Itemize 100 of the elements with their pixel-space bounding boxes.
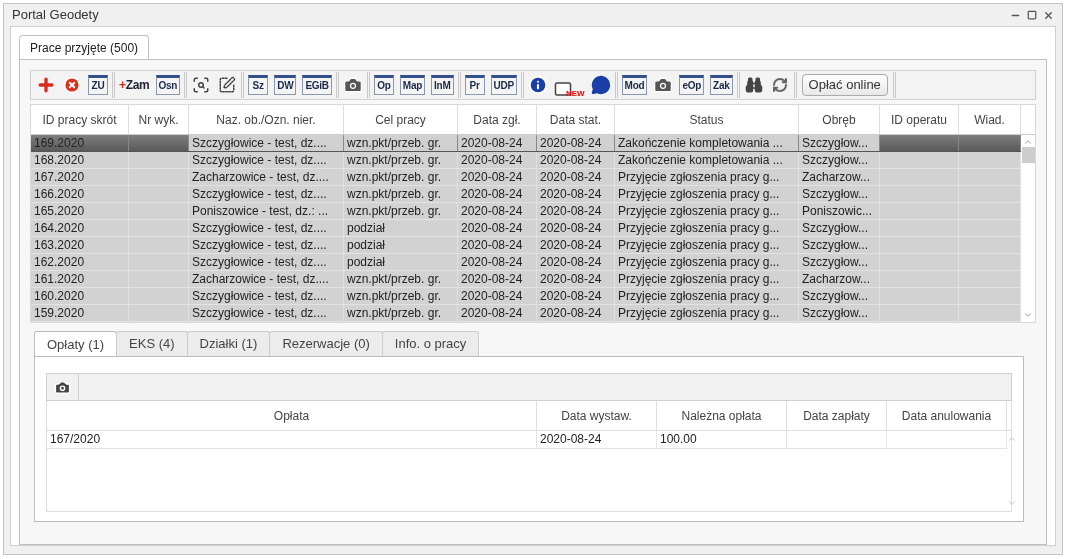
table-cell: Przyjęcie zgłoszenia pracy g... [618, 289, 780, 303]
column-header[interactable]: Wiad. [959, 105, 1021, 134]
toolbar-button[interactable]: Sz [248, 75, 269, 95]
column-header[interactable]: ID operatu [880, 105, 959, 134]
table-cell: Szczygłow... [802, 136, 869, 150]
table-cell: 2020-08-24 [540, 255, 602, 269]
table-cell: Zacharzow... [802, 170, 871, 184]
toolbar-button[interactable]: EGiB [302, 75, 332, 95]
table-cell: Szczygłowice - test, dz.... [192, 187, 327, 201]
table-cell: 169.2020 [34, 136, 85, 150]
table-cell: wzn.pkt/przeb. gr. [347, 170, 442, 184]
table-cell: 2020-08-24 [540, 221, 602, 235]
table-cell: Szczygłow... [802, 255, 869, 269]
table-cell: 2020-08-24 [461, 187, 523, 201]
table-cell: Przyjęcie zgłoszenia pracy g... [618, 170, 780, 184]
column-header[interactable]: Status [615, 105, 799, 134]
table-cell: Przyjęcie zgłoszenia pracy g... [618, 306, 780, 320]
column-header[interactable]: Data zgł. [458, 105, 537, 134]
table-cell: 167.2020 [34, 170, 85, 184]
tab[interactable]: Info. o pracy [381, 331, 480, 356]
table-cell: 2020-08-24 [540, 289, 602, 303]
table-cell: Przyjęcie zgłoszenia pracy g... [618, 255, 780, 269]
table-cell: Zacharzowice - test, dz.... [192, 170, 329, 184]
toolbar-button[interactable]: Op [373, 75, 394, 95]
column-header[interactable]: Data wystaw. [537, 401, 657, 430]
toolbar-button[interactable]: Zak [710, 75, 733, 95]
toolbar-button[interactable]: eOp [679, 75, 705, 95]
table-cell: 2020-08-24 [461, 255, 523, 269]
column-header[interactable]: Cel pracy [344, 105, 458, 134]
table-cell: Zakończenie kompletowania ... [618, 136, 783, 150]
table-cell: 2020-08-24 [540, 187, 602, 201]
table-cell: 162.2020 [34, 255, 85, 269]
table-cell: Szczygłow... [802, 306, 869, 320]
tab[interactable]: Działki (1) [186, 331, 271, 356]
table-cell: Przyjęcie zgłoszenia pracy g... [618, 204, 780, 218]
table-cell: 166.2020 [34, 187, 85, 201]
table-cell: Szczygłow... [802, 153, 869, 167]
table-cell: 2020-08-24 [461, 238, 523, 252]
column-header[interactable]: Data stat. [537, 105, 615, 134]
column-header[interactable]: Należna opłata [657, 401, 787, 430]
toolbar-button[interactable]: UDP [490, 75, 517, 95]
tab[interactable]: Prace przyjęte (500) [19, 35, 150, 59]
column-header[interactable]: Nr wyk. [129, 105, 189, 134]
column-header[interactable]: Data zapłaty [787, 401, 887, 430]
table-cell: Szczygłowice - test, dz.... [192, 136, 327, 150]
table-row[interactable]: 163.2020 Szczygłowice - test, dz.... podział 2020-08-24 2020-08-24 Przyjęcie zgłoszenia pracy g... Szczygłow... [31, 237, 1021, 254]
table-cell: Przyjęcie zgłoszenia pracy g... [618, 238, 780, 252]
table-cell: Poniszowic... [802, 204, 873, 218]
table-cell: podział [347, 221, 386, 235]
column-header[interactable]: ID pracy skrót [31, 105, 129, 134]
table-cell: 2020-08-24 [540, 136, 602, 150]
table-cell: 2020-08-24 [461, 170, 523, 184]
table-row[interactable]: 160.2020 Szczygłowice - test, dz.... wzn.pkt/przeb. gr. 2020-08-24 2020-08-24 Przyjęcie zgłoszenia pracy g... Szczygłow... [31, 288, 1021, 305]
table-cell: Zacharzow... [802, 272, 871, 286]
table-cell: 164.2020 [34, 221, 85, 235]
table-cell: 161.2020 [34, 272, 85, 286]
table-cell: Szczygłow... [802, 221, 869, 235]
toolbar-button[interactable]: Mod [621, 75, 648, 95]
table-cell: 159.2020 [34, 306, 85, 320]
table-cell: wzn.pkt/przeb. gr. [347, 204, 442, 218]
column-header[interactable]: Opłata [47, 401, 537, 430]
table-row[interactable]: 161.2020 Zacharzowice - test, dz.... wzn.pkt/przeb. gr. 2020-08-24 2020-08-24 Przyjęcie zgłoszenia pracy g... Zacharzow... [31, 271, 1021, 288]
table-row[interactable]: 169.2020 Szczygłowice - test, dz.... wzn.pkt/przeb. gr. 2020-08-24 2020-08-24 Zakończenie kompletowania ... Szczygłow... [31, 135, 1021, 152]
table-row[interactable]: 168.2020 Szczygłowice - test, dz.... wzn.pkt/przeb. gr. 2020-08-24 2020-08-24 Zakończenie kompletowania ... Szczygłow... [31, 152, 1021, 169]
tab[interactable]: Rezerwacje (0) [269, 331, 383, 356]
table-cell: wzn.pkt/przeb. gr. [347, 136, 442, 150]
table-cell: Szczygłow... [802, 289, 869, 303]
table-cell: Przyjęcie zgłoszenia pracy g... [618, 187, 780, 201]
table-row[interactable]: 164.2020 Szczygłowice - test, dz.... podział 2020-08-24 2020-08-24 Przyjęcie zgłoszenia pracy g... Szczygłow... [31, 220, 1021, 237]
table-cell: 165.2020 [34, 204, 85, 218]
toolbar-button[interactable]: Osn [155, 75, 181, 95]
table-cell: Poniszowice - test, dz.: ... [192, 204, 329, 218]
table-cell: 2020-08-24 [461, 221, 523, 235]
pay-online-button[interactable]: Opłać online [801, 74, 888, 96]
table-row[interactable]: 162.2020 Szczygłowice - test, dz.... podział 2020-08-24 2020-08-24 Przyjęcie zgłoszenia pracy g... Szczygłow... [31, 254, 1021, 271]
column-header[interactable]: Naz. ob./Ozn. nier. [189, 105, 344, 134]
mail-button[interactable]: NEW [550, 72, 588, 98]
toolbar-button[interactable]: +Zam [116, 72, 153, 98]
table-cell: Szczygłowice - test, dz.... [192, 238, 327, 252]
toolbar-button[interactable]: Map [399, 75, 426, 95]
table-cell: 163.2020 [34, 238, 85, 252]
table-cell: Zacharzowice - test, dz.... [192, 272, 329, 286]
tab[interactable]: EKS (4) [116, 331, 188, 356]
table-row[interactable]: 165.2020 Poniszowice - test, dz.: ... wzn.pkt/przeb. gr. 2020-08-24 2020-08-24 Przyjęcie zgłoszenia pracy g... Poniszowic... [31, 203, 1021, 220]
column-header[interactable]: Obręb [799, 105, 880, 134]
new-label: NEW [565, 90, 585, 98]
table-row[interactable]: 167.2020 Zacharzowice - test, dz.... wzn.pkt/przeb. gr. 2020-08-24 2020-08-24 Przyjęcie zgłoszenia pracy g... Zacharzow... [31, 169, 1021, 186]
toolbar-button[interactable]: DW [274, 75, 297, 95]
table-cell: wzn.pkt/przeb. gr. [347, 289, 442, 303]
column-header[interactable]: Data anulowania [887, 401, 1007, 430]
toolbar-button[interactable]: InM [431, 75, 454, 95]
table-row[interactable]: 159.2020 Szczygłowice - test, dz.... wzn.pkt/przeb. gr. 2020-08-24 2020-08-24 Przyjęcie zgłoszenia pracy g... Szczygłow... [31, 305, 1021, 322]
toolbar-button[interactable]: Pr [464, 75, 485, 95]
table-cell: wzn.pkt/przeb. gr. [347, 272, 442, 286]
table-row[interactable]: 166.2020 Szczygłowice - test, dz.... wzn.pkt/przeb. gr. 2020-08-24 2020-08-24 Przyjęcie zgłoszenia pracy g... Szczygłow... [31, 186, 1021, 203]
table-cell: podział [347, 238, 386, 252]
table-cell: Szczygłow... [802, 238, 869, 252]
toolbar-button[interactable]: ZU [88, 75, 108, 95]
table-cell: 2020-08-24 [540, 170, 602, 184]
tab[interactable]: Opłaty (1) [34, 331, 118, 357]
